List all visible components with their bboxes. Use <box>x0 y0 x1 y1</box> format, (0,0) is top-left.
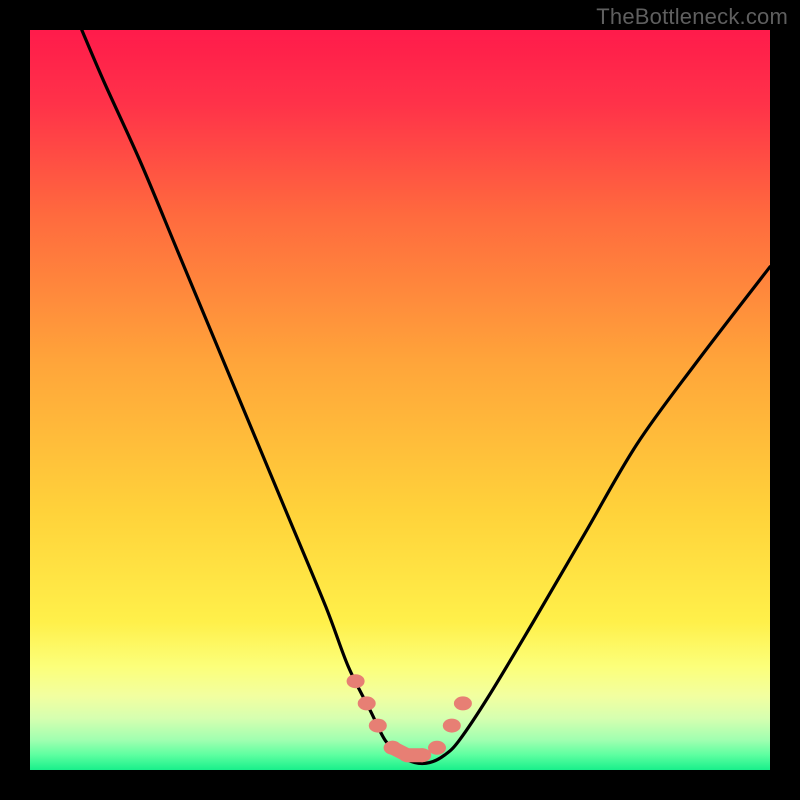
plot-area <box>30 30 770 770</box>
curve-layer <box>30 30 770 770</box>
highlight-dot <box>369 719 387 733</box>
highlight-dot <box>384 741 402 755</box>
highlight-dot <box>454 696 472 710</box>
chart-frame: TheBottleneck.com <box>0 0 800 800</box>
highlight-dot <box>443 719 461 733</box>
highlight-dot <box>358 696 376 710</box>
watermark-text: TheBottleneck.com <box>596 4 788 30</box>
highlight-dot <box>413 748 431 762</box>
highlight-dot <box>428 741 446 755</box>
bottleneck-curve <box>82 30 770 764</box>
highlight-dot <box>347 674 365 688</box>
